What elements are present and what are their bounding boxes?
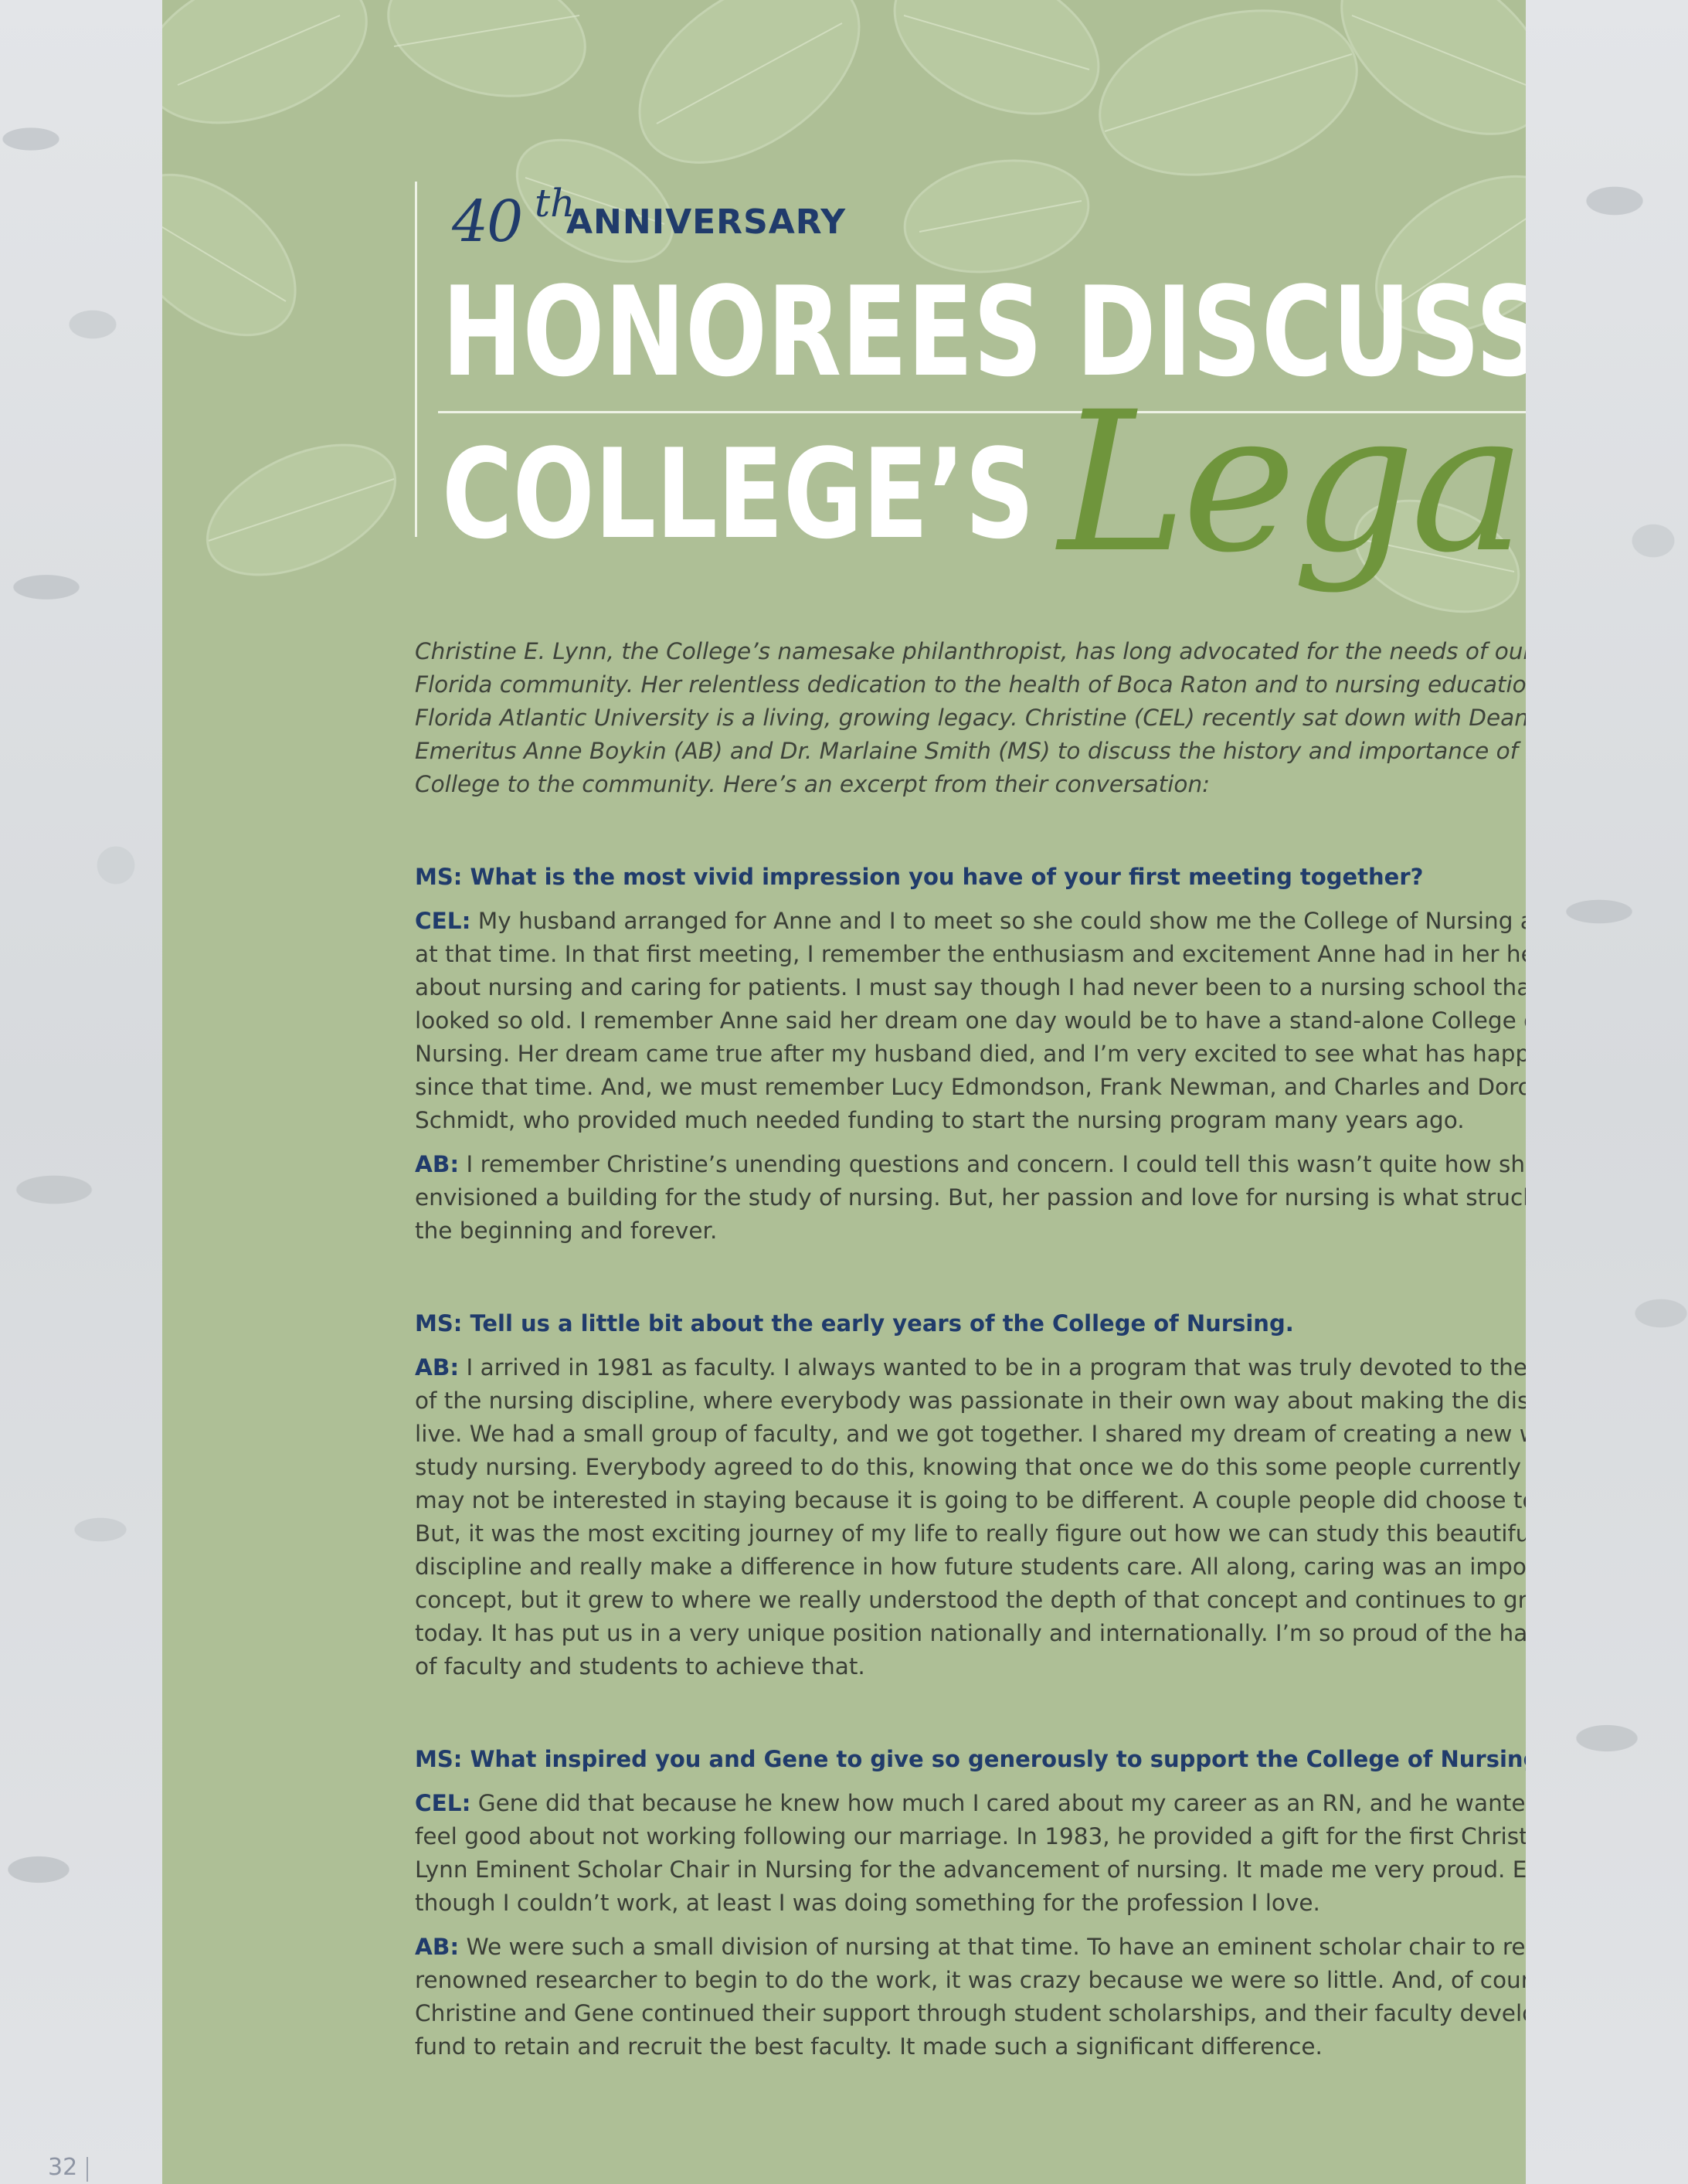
page-number: 32 xyxy=(48,2154,78,2181)
question-2: MS: Tell us a little bit about the early… xyxy=(415,1310,1294,1337)
answer-paragraph: AB: I remember Christine’s unending ques… xyxy=(415,1148,1526,1248)
page-number-divider xyxy=(87,2157,88,2182)
answer-text: I arrived in 1981 as faculty. I always w… xyxy=(415,1354,1526,1680)
speaker-label: AB: xyxy=(415,1934,460,1960)
answer-paragraph: AB: I arrived in 1981 as faculty. I alwa… xyxy=(415,1351,1526,1683)
answer-paragraph: CEL: My husband arranged for Anne and I … xyxy=(415,905,1526,1137)
speaker-label: CEL: xyxy=(415,1790,471,1816)
answer-paragraph: CEL: Gene did that because he knew how m… xyxy=(415,1787,1526,1920)
headline-line-2: COLLEGE’S xyxy=(442,422,1034,566)
question-3: MS: What inspired you and Gene to give s… xyxy=(415,1746,1526,1772)
anniversary-number: 40 xyxy=(452,189,523,255)
answer-text: I remember Christine’s unending question… xyxy=(415,1151,1526,1244)
answer-text: We were such a small division of nursing… xyxy=(415,1934,1526,2060)
speaker-label: AB: xyxy=(415,1151,460,1177)
answer-paragraph: AB: We were such a small division of nur… xyxy=(415,1931,1526,2063)
speaker-label: CEL: xyxy=(415,908,471,934)
anniversary-word: ANNIVERSARY xyxy=(566,202,847,242)
headline-script-word: Legacy xyxy=(1058,370,1526,595)
speaker-label: AB: xyxy=(415,1354,460,1381)
article-body: Christine E. Lynn, the College’s namesak… xyxy=(415,635,1526,2063)
title-vertical-rule xyxy=(415,182,417,537)
question-1: MS: What is the most vivid impression yo… xyxy=(415,864,1424,890)
article-panel: 40 th ANNIVERSARY HONOREES DISCUSS COLLE… xyxy=(162,0,1526,2184)
answer-text: My husband arranged for Anne and I to me… xyxy=(415,908,1526,1133)
answer-text: Gene did that because he knew how much I… xyxy=(415,1790,1526,1916)
intro-paragraph: Christine E. Lynn, the College’s namesak… xyxy=(415,638,1526,797)
